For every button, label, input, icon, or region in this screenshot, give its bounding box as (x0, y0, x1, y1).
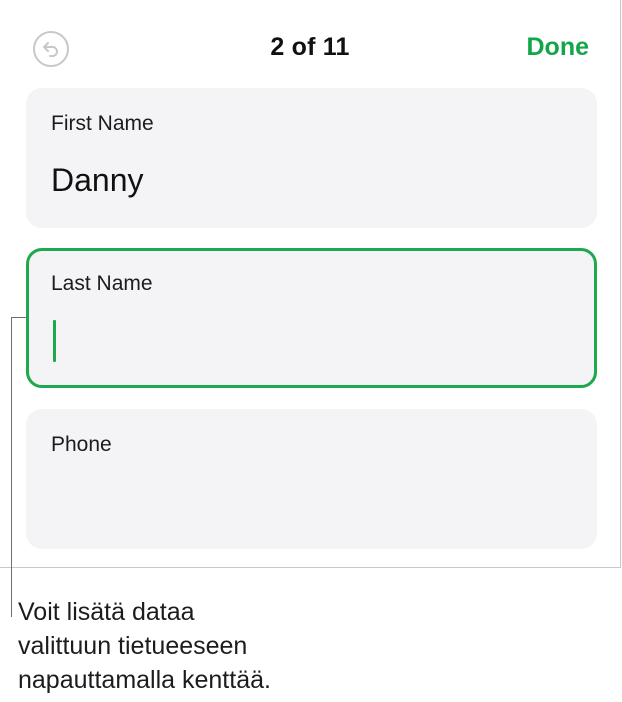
callout-text: Voit lisätä dataa valittuun tietueeseen … (18, 598, 271, 694)
field-label: Phone (51, 433, 112, 456)
text-cursor (53, 320, 56, 362)
callout-line (11, 317, 12, 617)
done-button[interactable]: Done (527, 33, 590, 62)
field-value: Danny (51, 162, 144, 198)
editor-header: 2 of 11 Done (0, 0, 620, 88)
record-editor-panel: 2 of 11 Done First Name Danny Last Name … (0, 0, 621, 568)
field-phone[interactable]: Phone (26, 409, 597, 549)
field-label: Last Name (51, 272, 153, 295)
callout-tick (11, 317, 26, 318)
field-first-name[interactable]: First Name Danny (26, 88, 597, 228)
field-label: First Name (51, 112, 154, 135)
field-last-name[interactable]: Last Name (26, 248, 597, 388)
